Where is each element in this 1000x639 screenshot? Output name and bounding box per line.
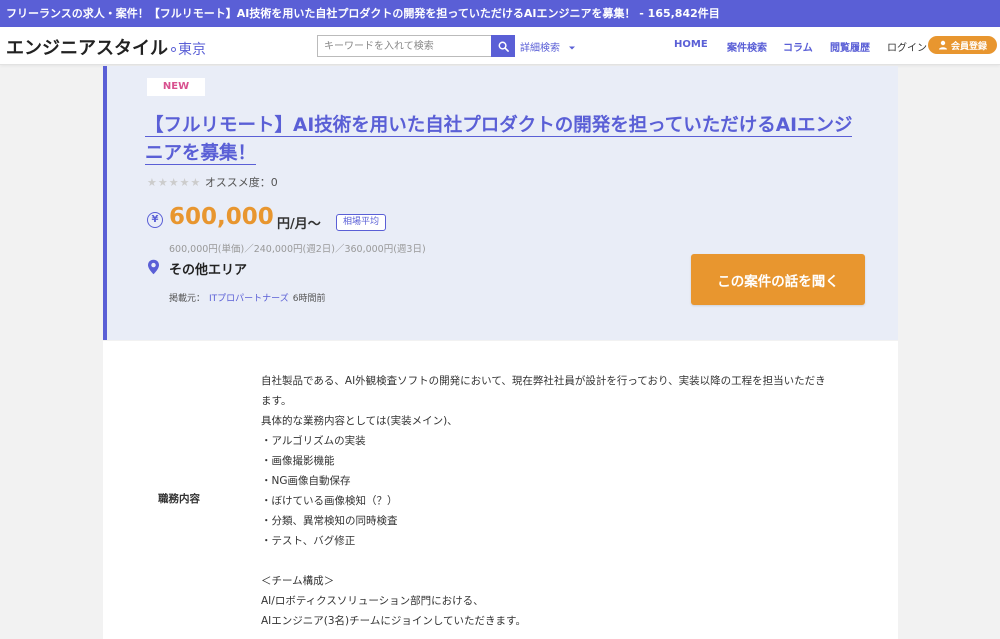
job-summary-card: NEW 【フルリモート】AI技術を用いた自社プロダクトの開発を担っていただけるA… (103, 66, 898, 340)
nav-history[interactable]: 閲覧履歴 (830, 39, 870, 54)
inquire-button[interactable]: この案件の話を聞く (691, 254, 865, 305)
yen-icon: ¥ (147, 212, 163, 228)
site-logo[interactable]: エンジニアスタイル 東京 (6, 34, 206, 60)
logo-text: エンジニアスタイル (6, 38, 168, 59)
top-banner-text: フリーランスの求人・案件！【フルリモート】AI技術を用いた自社プロダクトの開発を… (6, 7, 720, 20)
description-line: ・テスト、バグ修正 (261, 535, 356, 547)
work-area: その他エリア (169, 263, 248, 278)
price-unit: 円/月〜 (277, 217, 321, 232)
advanced-search-label: 詳細検索 (520, 43, 560, 54)
nav-job-search[interactable]: 案件検索 (727, 39, 767, 54)
price-breakdown: 600,000円(単価)／240,000円(週2日)／360,000円(週3日) (169, 244, 426, 255)
search-icon (498, 41, 509, 52)
nav-home[interactable]: HOME (674, 39, 708, 50)
source-agent-link[interactable]: ITプロパートナーズ (209, 294, 289, 304)
listing-source: 掲載元： ITプロパートナーズ 6時間前 (169, 291, 325, 304)
description-line: ＜チーム構成＞ (261, 575, 335, 587)
search-input[interactable] (317, 35, 491, 57)
description-line: AIエンジニア(3名)チームにジョインしていただきます。 (261, 615, 526, 627)
top-banner: フリーランスの求人・案件！【フルリモート】AI技術を用いた自社プロダクトの開発を… (0, 0, 1000, 27)
register-button[interactable]: 会員登録 (928, 36, 997, 54)
description-line: ます。 (261, 395, 292, 407)
register-label: 会員登録 (950, 41, 987, 52)
description-line: ・分類、異常検知の同時検査 (261, 515, 398, 527)
chevron-down-icon (569, 46, 576, 50)
recommendation-rating: ★★★★★ オススメ度：0 (147, 174, 278, 190)
job-description: 自社製品である、AI外観検査ソフトの開発において、現在弊社社員が設計を行っており… (261, 371, 861, 631)
description-line (261, 551, 861, 571)
job-title-text: 【フルリモート】AI技術を用いた自社プロダクトの開発を担っていただけるAIエンジ… (145, 115, 853, 165)
job-price: 600,000 (169, 204, 274, 230)
source-label: 掲載元： (169, 294, 206, 304)
job-description-heading: 職務内容 (158, 493, 200, 505)
job-title[interactable]: 【フルリモート】AI技術を用いた自社プロダクトの開発を担っていただけるAIエンジ… (145, 112, 865, 168)
description-line: AI/ロボティクスソリューション部門における、 (261, 595, 484, 607)
description-line: ・画像撮影機能 (261, 455, 335, 467)
search-button[interactable] (491, 35, 515, 57)
market-average-button[interactable]: 相場平均 (336, 214, 387, 231)
site-header: エンジニアスタイル東京 詳細検索 HOME 案件検索 コラム 閲覧履歴 ログイン… (0, 27, 1000, 65)
map-pin-icon (148, 259, 159, 275)
user-add-icon (938, 40, 947, 50)
job-detail-section: 職務内容 自社製品である、AI外観検査ソフトの開発において、現在弊社社員が設計を… (103, 341, 898, 639)
description-line: ・アルゴリズムの実装 (261, 435, 366, 447)
description-line: ・ぼけている画像検知（？） (261, 495, 398, 507)
description-line: 具体的な業務内容としては(実装メイン)、 (261, 415, 458, 427)
posted-time: 6時間前 (292, 294, 326, 304)
nav-column[interactable]: コラム (783, 39, 813, 54)
advanced-search-link[interactable]: 詳細検索 (520, 39, 576, 54)
description-line: 自社製品である、AI外観検査ソフトの開発において、現在弊社社員が設計を行っており… (261, 375, 826, 387)
rating-stars: ★★★★★ (147, 176, 202, 189)
rating-label: オススメ度：0 (204, 176, 278, 189)
region-label: 東京 (178, 42, 206, 58)
login-link[interactable]: ログイン (887, 39, 927, 54)
new-badge: NEW (147, 78, 205, 96)
description-line: ・NG画像自動保存 (261, 475, 351, 487)
region-dot-icon (171, 46, 176, 52)
search-box (317, 35, 515, 57)
